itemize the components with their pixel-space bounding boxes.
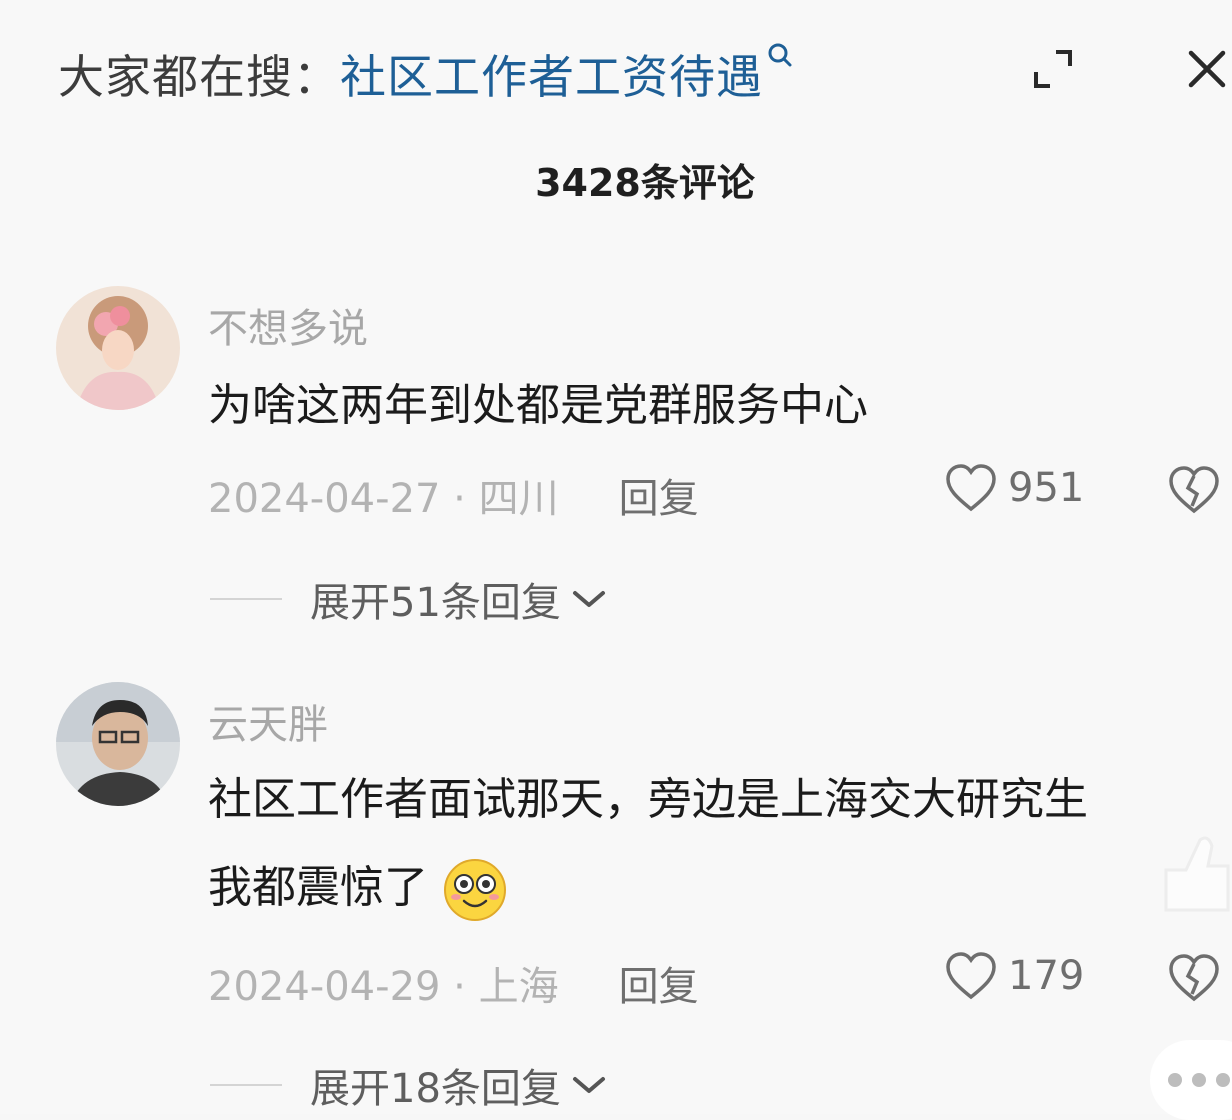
- comment-date-location: 2024-04-27 · 四川: [208, 476, 559, 522]
- close-icon: [1188, 50, 1226, 88]
- heart-icon: [946, 464, 996, 512]
- smiling-face-emoji: [444, 859, 506, 921]
- expand-replies-label: 展开51条回复: [310, 580, 561, 626]
- search-icon: [765, 42, 793, 82]
- like-count: 951: [1008, 465, 1085, 511]
- comment-text: 社区工作者面试那天，旁边是上海交大研究生: [208, 774, 1088, 825]
- expand-replies-button[interactable]: 展开18条回复: [210, 1056, 607, 1114]
- search-prefix-label: 大家都在搜：: [58, 50, 340, 104]
- reply-button[interactable]: 回复: [619, 466, 699, 524]
- broken-heart-icon: [1169, 954, 1219, 1002]
- dot-icon: [1192, 1073, 1206, 1087]
- comment-date-location: 2024-04-29 · 上海: [208, 964, 559, 1010]
- divider-line: [210, 1084, 282, 1086]
- search-term-link[interactable]: 社区工作者工资待遇: [340, 41, 763, 107]
- expand-replies-label: 展开18条回复: [310, 1066, 561, 1112]
- expand-replies-button[interactable]: 展开51条回复: [210, 570, 607, 628]
- divider-line: [210, 598, 282, 600]
- dislike-button[interactable]: [1166, 952, 1222, 1008]
- comment-panel: 大家都在搜： 社区工作者工资待遇 3428条评论 不想多说 为啥这两年到处都是党…: [0, 0, 1232, 1120]
- trending-search-bar[interactable]: 大家都在搜： 社区工作者工资待遇: [58, 42, 793, 106]
- comment-count-title: 3428条评论: [535, 161, 755, 205]
- broken-heart-icon: [1169, 466, 1219, 514]
- floating-like-ghost: [1156, 820, 1232, 920]
- comment-text-block: 社区工作者面试那天，旁边是上海交大研究生 我都震惊了: [208, 756, 1208, 932]
- avatar[interactable]: [56, 682, 180, 806]
- comment-username[interactable]: 不想多说: [208, 296, 368, 354]
- like-button[interactable]: 179: [944, 950, 1084, 1002]
- dislike-button[interactable]: [1166, 464, 1222, 520]
- comment-meta: 2024-04-29 · 上海 回复: [208, 954, 699, 1012]
- like-count: 179: [1008, 953, 1085, 999]
- like-button[interactable]: 951: [944, 462, 1084, 514]
- heart-icon: [946, 952, 996, 1000]
- expand-button[interactable]: [1032, 48, 1074, 90]
- chevron-down-icon: [572, 1077, 605, 1093]
- comment-meta: 2024-04-27 · 四川 回复: [208, 466, 699, 524]
- dot-icon: [1216, 1073, 1230, 1087]
- comment-username[interactable]: 云天胖: [208, 692, 328, 750]
- more-options-button[interactable]: [1150, 1040, 1232, 1120]
- comment-text: 为啥这两年到处都是党群服务中心: [208, 380, 868, 431]
- comment-text-tail: 我都震惊了: [208, 862, 428, 913]
- avatar[interactable]: [56, 286, 180, 410]
- chevron-down-icon: [572, 591, 605, 607]
- close-button[interactable]: [1186, 48, 1228, 90]
- expand-icon: [1034, 50, 1072, 88]
- reply-button[interactable]: 回复: [619, 954, 699, 1012]
- dot-icon: [1168, 1073, 1182, 1087]
